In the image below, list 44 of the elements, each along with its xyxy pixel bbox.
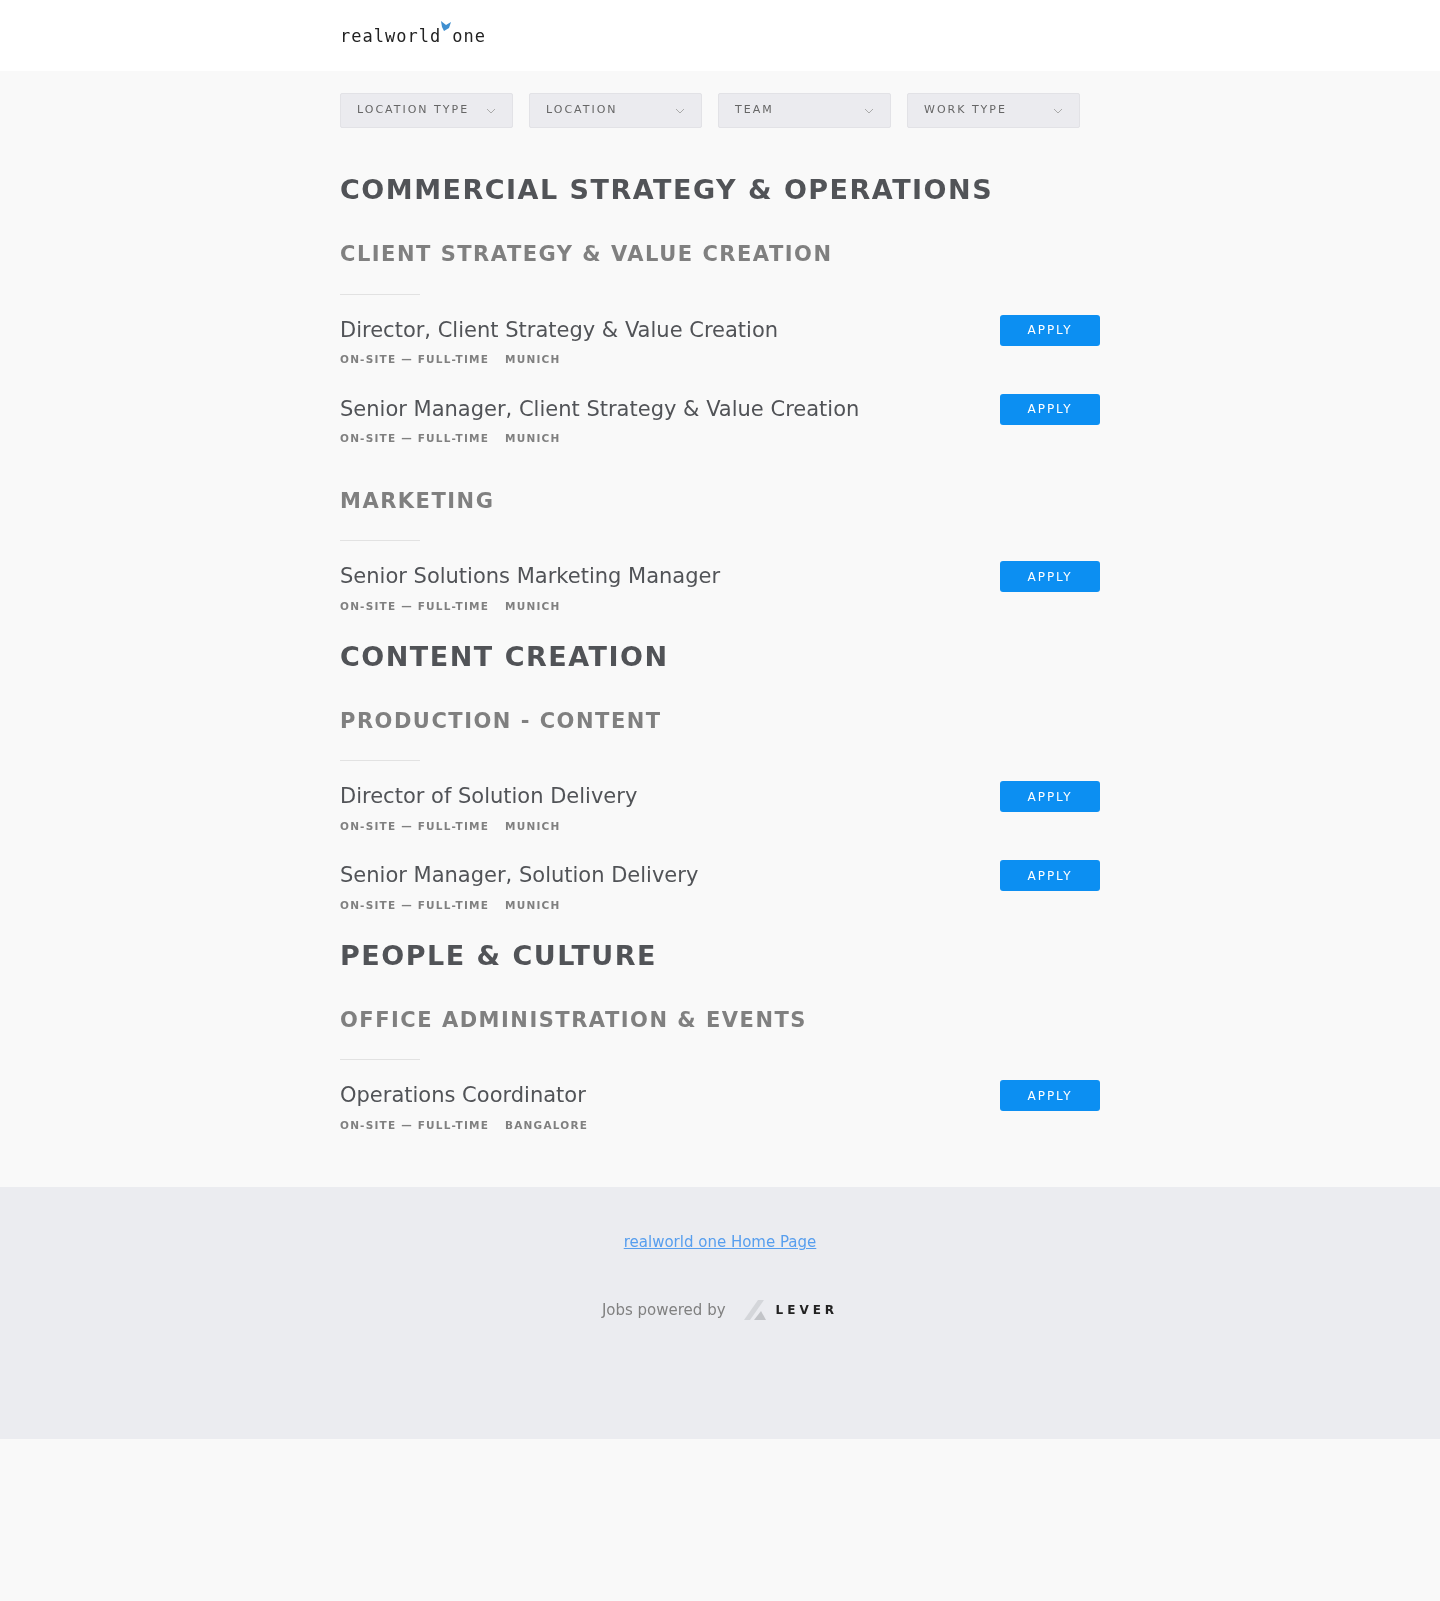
filter-dropdown[interactable]: TEAM [718,93,891,128]
powered-by-text: Jobs powered by [601,1299,726,1321]
apply-button[interactable]: APPLY [1000,1080,1100,1112]
job-title[interactable]: Operations Coordinator [340,1080,589,1112]
department-heading: COMMERCIAL STRATEGY & OPERATIONS [340,174,995,207]
team-heading: CLIENT STRATEGY & VALUE CREATION [340,242,834,268]
apply-button[interactable]: APPLY [1000,561,1100,593]
lever-wordmark[interactable]: LEVER [775,1300,839,1319]
job-commitment: ON-SITE — FULL-TIME [340,818,490,834]
job-location: MUNICH [505,818,561,834]
apply-button[interactable]: APPLY [1000,860,1100,892]
job-location: BANGALORE [505,1117,589,1133]
department-heading: CONTENT CREATION [340,640,670,673]
filter-dropdown[interactable]: WORK TYPE [907,93,1080,128]
apply-button[interactable]: APPLY [1000,781,1100,813]
chevron-down-icon [864,107,874,114]
apply-button[interactable]: APPLY [1000,393,1100,425]
job-location: MUNICH [505,598,561,614]
lever-logo-icon [741,1297,768,1322]
job-title[interactable]: Senior Solutions Marketing Manager [340,561,721,593]
team-heading: PRODUCTION - CONTENT [340,708,663,735]
team-heading: MARKETING [340,489,496,515]
job-location: MUNICH [505,897,561,913]
job-title[interactable]: Senior Manager, Solution Delivery [340,860,699,892]
job-commitment: ON-SITE — FULL-TIME [340,1117,490,1133]
job-commitment: ON-SITE — FULL-TIME [340,431,490,447]
logo-icon [440,21,452,31]
chevron-down-icon [1053,107,1063,114]
job-commitment: ON-SITE — FULL-TIME [340,598,490,614]
department-heading: PEOPLE & CULTURE [340,939,659,972]
chevron-down-icon [486,107,496,114]
job-location: MUNICH [505,431,561,447]
job-location: MUNICH [505,352,561,368]
apply-button[interactable]: APPLY [1000,314,1100,346]
job-title[interactable]: Director of Solution Delivery [340,781,638,813]
filter-dropdown[interactable]: LOCATION TYPE [340,93,513,128]
chevron-down-icon [675,107,685,114]
logo[interactable]: realworld one [340,26,487,46]
job-title[interactable]: Senior Manager, Client Strategy & Value Creation [340,393,860,426]
filter-dropdown[interactable]: LOCATION [529,93,702,128]
team-heading: OFFICE ADMINISTRATION & EVENTS [340,1008,808,1034]
job-commitment: ON-SITE — FULL-TIME [340,352,490,368]
job-commitment: ON-SITE — FULL-TIME [340,897,490,913]
job-title[interactable]: Director, Client Strategy & Value Creation [340,314,779,347]
